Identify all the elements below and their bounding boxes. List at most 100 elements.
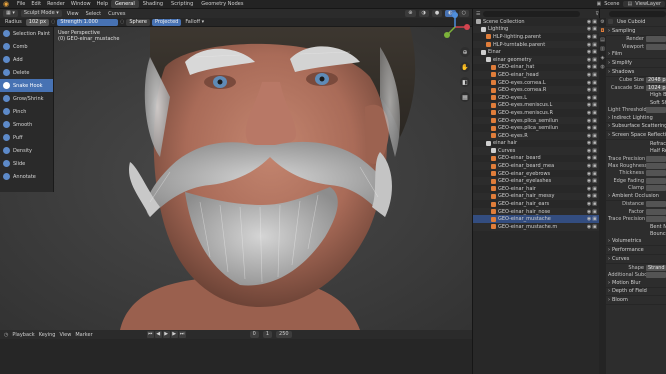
camera-render-icon[interactable]: ▣	[592, 26, 597, 32]
timeline-marker-menu[interactable]: Marker	[75, 332, 92, 338]
property-value-field[interactable]	[646, 272, 666, 279]
tool-comb[interactable]: Comb	[0, 40, 53, 53]
camera-render-icon[interactable]: ▣	[592, 95, 597, 101]
camera-render-icon[interactable]: ▣	[592, 87, 597, 93]
outliner-row[interactable]: GEO-einar_hair_nose ◉ ▣	[473, 207, 599, 216]
camera-render-icon[interactable]: ▣	[592, 64, 597, 70]
outliner-row[interactable]: GEO-einar_hat ◉ ▣	[473, 64, 599, 72]
tool-grow-shrink[interactable]: Grow/Shrink	[0, 92, 53, 105]
timeline-editor-icon[interactable]: ◷	[4, 332, 8, 338]
camera-render-icon[interactable]: ▣	[592, 80, 597, 86]
visibility-eye-icon[interactable]: ◉	[587, 26, 591, 32]
panel-header[interactable]: › Curves	[600, 255, 666, 264]
prev-key-icon[interactable]: ◀	[154, 331, 162, 338]
property-value-field[interactable]	[646, 36, 666, 43]
camera-render-icon[interactable]: ▣	[592, 178, 597, 184]
zoom-icon[interactable]: ⊕	[460, 47, 470, 57]
visibility-eye-icon[interactable]: ◉	[587, 201, 591, 207]
camera-render-icon[interactable]: ▣	[592, 42, 597, 48]
visibility-eye-icon[interactable]: ◉	[587, 125, 591, 131]
property-value-field[interactable]	[646, 216, 666, 223]
property-value-field[interactable]	[646, 170, 666, 177]
property-value-field[interactable]: 2048 px	[646, 77, 666, 84]
property-value-field[interactable]	[646, 43, 666, 50]
pressure-icon[interactable]: ◌	[51, 19, 55, 25]
panel-header[interactable]: › Depth of Field	[600, 288, 666, 297]
camera-render-icon[interactable]: ▣	[592, 102, 597, 108]
outliner-row[interactable]: GEO-eyes.L ◉ ▣	[473, 94, 599, 102]
visibility-eye-icon[interactable]: ◉	[587, 193, 591, 199]
tool-density[interactable]: Density	[0, 144, 53, 157]
panel-header[interactable]: › Subsurface Scattering	[600, 123, 666, 132]
menu-help[interactable]: Help	[94, 1, 111, 7]
property-value-field[interactable]: Strand	[646, 264, 666, 271]
visibility-eye-icon[interactable]: ◉	[587, 64, 591, 70]
pan-hand-icon[interactable]: ✋	[460, 62, 470, 72]
render-engine-row[interactable]: Use Cuboid	[600, 18, 666, 27]
visibility-eye-icon[interactable]: ◉	[587, 216, 591, 222]
tab-geometry-nodes[interactable]: Geometry Nodes	[197, 0, 247, 8]
camera-render-icon[interactable]: ▣	[592, 49, 597, 55]
menu-render[interactable]: Render	[44, 1, 68, 7]
outliner-row[interactable]: GEO-einar_mustache.m ◉ ▣	[473, 223, 599, 231]
visibility-eye-icon[interactable]: ◉	[587, 178, 591, 184]
tab-shading[interactable]: Shading	[139, 0, 167, 8]
visibility-eye-icon[interactable]: ◉	[587, 133, 591, 139]
outliner-row[interactable]: GEO-einar_hair_ears ◉ ▣	[473, 200, 599, 208]
outliner-editor-icon[interactable]: ☰	[476, 11, 480, 17]
next-key-icon[interactable]: ▶	[170, 331, 178, 338]
visibility-eye-icon[interactable]: ◉	[587, 186, 591, 192]
visibility-eye-icon[interactable]: ◉	[587, 110, 591, 116]
camera-render-icon[interactable]: ▣	[592, 171, 597, 177]
grid-icon[interactable]: ▦	[460, 92, 470, 102]
properties-search-input[interactable]	[609, 10, 666, 17]
menu-file[interactable]: File	[14, 1, 28, 7]
tool-annotate[interactable]: Annotate	[0, 170, 53, 183]
visibility-eye-icon[interactable]: ◉	[587, 72, 591, 78]
camera-render-icon[interactable]: ▣	[592, 19, 597, 25]
visibility-eye-icon[interactable]: ◉	[587, 118, 591, 124]
outliner-row[interactable]: GEO-einar_beard_mea ◉ ▣	[473, 162, 599, 170]
camera-render-icon[interactable]: ▣	[592, 118, 597, 124]
visibility-eye-icon[interactable]: ◉	[587, 57, 591, 63]
camera-render-icon[interactable]: ▣	[592, 216, 597, 222]
outliner-row[interactable]: GEO-eyes.meniscus.L ◉ ▣	[473, 101, 599, 110]
visibility-eye-icon[interactable]: ◉	[587, 209, 591, 215]
strength-pressure-icon[interactable]: ◌	[120, 19, 124, 25]
panel-header[interactable]: › Performance	[600, 246, 666, 256]
transform-orientation-icon[interactable]: ⊕	[405, 10, 416, 17]
property-checkbox-row[interactable]: Bent Nor	[600, 223, 666, 230]
camera-render-icon[interactable]: ▣	[592, 163, 597, 169]
camera-render-icon[interactable]: ▣	[592, 72, 597, 78]
scene-tab-icon[interactable]: ◈	[599, 54, 606, 63]
camera-render-icon[interactable]: ▣	[592, 125, 597, 131]
visibility-eye-icon[interactable]: ◉	[587, 148, 591, 154]
tool-tab-icon[interactable]: ⚙	[599, 18, 606, 27]
outliner-row[interactable]: einar hair ◉ ▣	[473, 140, 599, 148]
visibility-eye-icon[interactable]: ◉	[587, 171, 591, 177]
projected-toggle[interactable]: Projected	[151, 18, 182, 26]
panel-header[interactable]: ›Screen Space Reflections	[600, 131, 666, 141]
camera-render-icon[interactable]: ▣	[592, 193, 597, 199]
tab-scripting[interactable]: Scripting	[167, 0, 197, 8]
tool-smooth[interactable]: Smooth	[0, 118, 53, 131]
outliner-row[interactable]: GEO-einar_hair ◉ ▣	[473, 185, 599, 193]
camera-icon[interactable]: ◧	[460, 77, 470, 87]
world-tab-icon[interactable]: ◍	[599, 63, 606, 72]
outliner-row[interactable]: GEO-eyes.plica_semilun ◉ ▣	[473, 124, 599, 132]
menu-curves[interactable]: Curves	[106, 11, 127, 17]
property-value-field[interactable]	[646, 201, 666, 208]
outliner-row[interactable]: GEO-eyes.plica_semilun ◉ ▣	[473, 116, 599, 125]
property-value-field[interactable]: 1024 px	[646, 84, 666, 91]
camera-render-icon[interactable]: ▣	[592, 140, 597, 146]
outliner-row[interactable]: Einar ◉ ▣	[473, 48, 599, 56]
menu-view[interactable]: View	[65, 11, 81, 17]
visibility-eye-icon[interactable]: ◉	[587, 155, 591, 161]
tool-snake-hook[interactable]: Snake Hook	[0, 79, 53, 92]
tool-delete[interactable]: Delete	[0, 66, 53, 79]
visibility-eye-icon[interactable]: ◉	[587, 95, 591, 101]
outliner-row[interactable]: GEO-einar_beard ◉ ▣	[473, 155, 599, 163]
visibility-eye-icon[interactable]: ◉	[587, 19, 591, 25]
play-icon[interactable]: ▶	[162, 331, 170, 338]
camera-render-icon[interactable]: ▣	[592, 110, 597, 116]
